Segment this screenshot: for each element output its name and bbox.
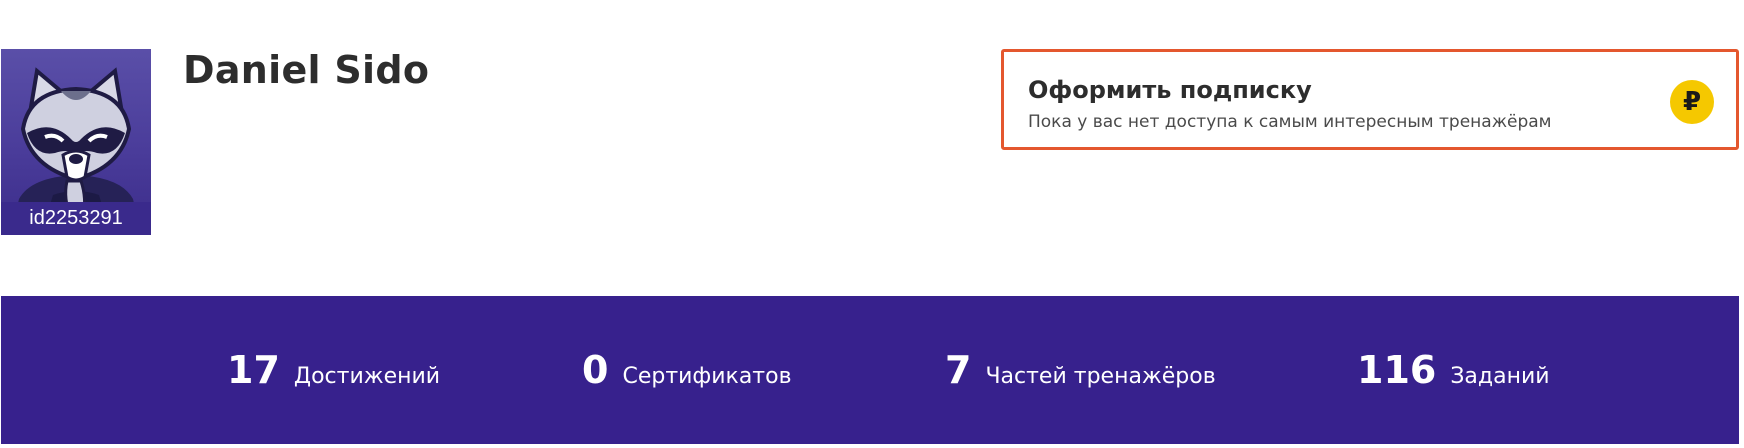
user-id-label: id2253291 (1, 202, 151, 235)
subscribe-title: Оформить подписку (1028, 76, 1312, 104)
stat-achievements[interactable]: 17 Достижений (227, 348, 440, 392)
username-heading: Daniel Sido (183, 48, 430, 92)
stat-label: Сертификатов (622, 364, 792, 389)
subscribe-card[interactable]: Оформить подписку Пока у вас нет доступа… (1001, 49, 1739, 150)
subscribe-description: Пока у вас нет доступа к самым интересны… (1028, 112, 1552, 132)
profile-page: id2253291 Daniel Sido Оформить подписку … (0, 0, 1744, 448)
stats-band: 17 Достижений 0 Сертификатов 7 Частей тр… (1, 296, 1739, 444)
ruble-icon: ₽ (1670, 80, 1714, 124)
stat-trainer-parts[interactable]: 7 Частей тренажёров (945, 348, 1216, 392)
stat-value: 7 (945, 348, 972, 392)
stat-certificates[interactable]: 0 Сертификатов (582, 348, 792, 392)
stat-label: Достижений (293, 364, 441, 389)
stat-value: 116 (1357, 348, 1437, 392)
stat-value: 0 (582, 348, 609, 392)
avatar[interactable]: id2253291 (1, 49, 151, 235)
stat-tasks[interactable]: 116 Заданий (1357, 348, 1550, 392)
stat-value: 17 (227, 348, 280, 392)
stat-label: Частей тренажёров (985, 364, 1216, 389)
stat-label: Заданий (1450, 364, 1550, 389)
